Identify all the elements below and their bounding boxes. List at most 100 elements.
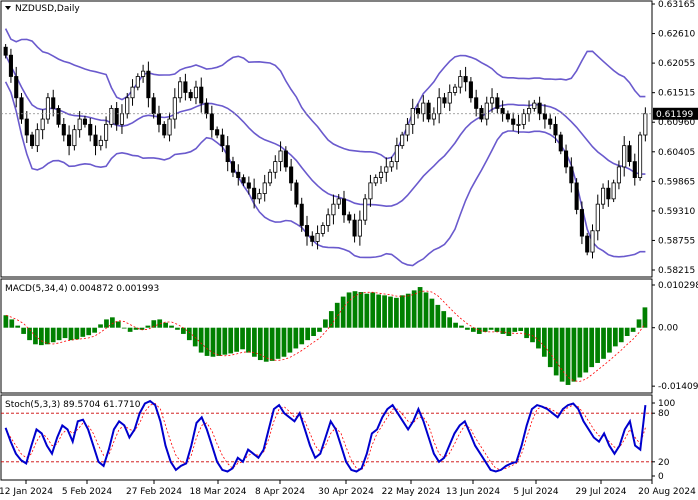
candle — [61, 117, 66, 142]
price-tick-label: 0.62610 — [658, 30, 695, 40]
candle — [627, 140, 632, 167]
x-tick-label: 18 Mar 2024 — [189, 487, 246, 497]
symbol-title[interactable]: NZDUSD,Daily — [5, 4, 80, 14]
macd-bar — [293, 327, 299, 349]
candle-body — [262, 182, 267, 194]
candle — [24, 111, 29, 143]
x-tick-label: 13 Jun 2024 — [446, 487, 500, 497]
macd-bar — [583, 327, 589, 373]
macd-bar — [317, 327, 322, 332]
candle — [378, 165, 384, 184]
candle — [632, 153, 637, 186]
candle-body — [93, 134, 98, 147]
candle-body — [310, 235, 315, 242]
candle-body — [606, 187, 611, 200]
candle — [384, 157, 389, 182]
macd-bar — [44, 327, 50, 345]
candle — [304, 215, 310, 246]
candle — [56, 105, 61, 128]
candle — [98, 135, 103, 151]
candle-body — [3, 46, 8, 56]
macd-bar — [512, 327, 518, 332]
candle-body — [616, 166, 621, 184]
chart-window: 0.63165 0.62610 0.62055 0.61515 0.60960 0.604… — [0, 0, 698, 500]
macd-bar — [228, 327, 234, 354]
candle — [595, 194, 600, 241]
macd-bar — [127, 327, 133, 332]
x-tick-label: 29 Jul 2024 — [576, 487, 627, 497]
candle-body — [125, 97, 130, 115]
macd-bar — [62, 327, 68, 339]
macd-bar — [216, 327, 222, 356]
candle — [548, 114, 553, 130]
candle — [156, 105, 162, 133]
macd-bar — [86, 327, 92, 336]
macd-bar — [27, 327, 32, 341]
current-price-label: 0.61199 — [656, 110, 693, 120]
macd-bar — [601, 327, 606, 359]
chart-svg: 0.631650.626100.620550.615150.609600.604… — [0, 0, 698, 497]
candle-body — [537, 102, 542, 115]
candle-body — [215, 129, 220, 136]
candle-body — [257, 193, 262, 200]
candle-body — [548, 118, 553, 125]
macd-bar — [74, 327, 80, 340]
candle-body — [162, 123, 167, 136]
candle-body — [400, 134, 405, 147]
candle — [352, 213, 357, 243]
candle — [585, 232, 590, 256]
macd-bar — [98, 324, 103, 328]
candle — [225, 136, 230, 172]
candle — [119, 104, 124, 134]
price-tick-label: 0.60405 — [658, 148, 695, 158]
x-tick-label: 5 Jul 2024 — [513, 487, 558, 497]
macd-tick-label: 0.010298 — [658, 281, 698, 291]
candle-body — [463, 76, 468, 83]
macd-bar — [376, 294, 382, 328]
macd-bar — [56, 327, 62, 341]
macd-bar — [15, 325, 21, 328]
candle-body — [273, 161, 278, 173]
stoch-tick-label: 20 — [658, 458, 670, 468]
candle-body — [104, 123, 109, 141]
macd-bar — [459, 325, 464, 328]
dropdown-triangle-icon[interactable] — [5, 6, 11, 10]
candle — [601, 183, 606, 209]
price-tick-label: 0.59310 — [658, 207, 695, 217]
candle — [67, 125, 72, 156]
candle-body — [394, 145, 399, 163]
candle-body — [442, 97, 447, 104]
macd-bar — [121, 327, 127, 329]
candle-body — [415, 108, 421, 115]
macd-bar — [394, 297, 399, 328]
macd-bar — [346, 292, 352, 328]
candle — [262, 174, 267, 202]
candle — [294, 179, 299, 208]
candle-body — [532, 102, 537, 109]
macd-bar — [636, 319, 642, 328]
candle — [579, 201, 584, 245]
candle-body — [378, 171, 384, 178]
macd-bar — [399, 295, 405, 328]
candle — [394, 137, 399, 170]
stoch-tick-label: 80 — [658, 409, 670, 419]
candle-body — [114, 108, 119, 125]
macd-bar — [607, 327, 612, 353]
stoch-tick-label: 100 — [658, 399, 675, 409]
candle — [521, 108, 526, 130]
candle-body — [72, 129, 77, 147]
candle-body — [352, 219, 357, 237]
candle-body — [579, 209, 584, 237]
macd-bar — [68, 327, 74, 341]
candle-body — [225, 145, 230, 163]
macd-bar — [547, 327, 553, 368]
macd-bar — [3, 315, 9, 328]
macd-bar — [104, 319, 109, 328]
macd-bar — [524, 327, 529, 339]
candle — [458, 70, 463, 94]
candle — [484, 96, 489, 126]
x-tick-label: 22 May 2024 — [382, 487, 441, 497]
candle-body — [289, 166, 294, 184]
candle — [643, 107, 648, 142]
candle-body — [183, 81, 188, 93]
